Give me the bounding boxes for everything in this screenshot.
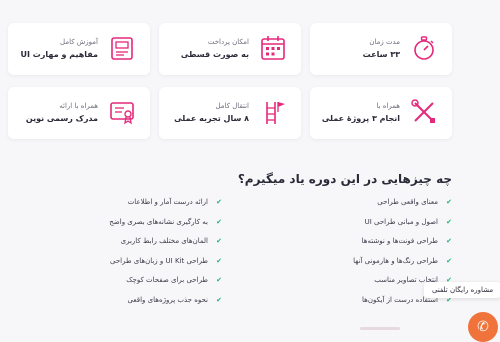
list-item-label: ارائه درست آمار و اطلاعات [127,198,208,206]
list-item: ✔ طراحی برای صفحات کوچک [109,276,222,296]
feature-title: انتقال کامل [215,102,249,110]
list-item-label: طراحی UI Kit و زبان‌های طراحی [110,256,208,265]
list-item-label: طراحی برای صفحات کوچک [126,276,208,285]
list-item-label: طراحی فونت‌ها و نوشته‌ها [361,237,438,246]
feature-title: همراه با ارائه [59,102,98,110]
check-icon: ✔ [216,237,222,246]
feature-value: ۳۳ ساعت [362,50,400,59]
list-item-label: نحوه جذب پروژه‌های واقعی [127,295,208,304]
list-item-label: طراحی رنگ‌ها و هارمونی آنها [353,256,438,265]
check-icon: ✔ [216,256,222,265]
feature-value: مفاهیم و مهارت UI [20,50,99,59]
tools-icon [411,99,435,123]
feature-value: انجام ۳ پروژۀ عملی [321,114,400,123]
next-section-hint [360,327,400,330]
feature-title: آموزش کامل [60,38,98,46]
list-item-label: معنای واقعی طراحی [377,198,438,206]
list-item: ✔ ارائه درست آمار و اطلاعات [109,198,222,218]
flag-ladder-icon [266,102,285,124]
feature-card-certificate: همراه با ارائه مدرک رسمی نوین [8,87,150,139]
certificate-icon [110,102,134,125]
list-item: ✔ اصول و مبانی طراحی UI [353,218,452,238]
list-item: ✔ نحوه جذب پروژه‌های واقعی [109,296,222,316]
feature-card-experience: انتقال کامل ۸ سال تجربه عملی [159,87,301,139]
consultation-tooltip[interactable]: مشاوره رایگان تلفنی [424,282,500,298]
feature-card-payment: امکان پرداخت به صورت قسطی [159,23,301,75]
list-item-label: اصول و مبانی طراحی UI [364,217,438,226]
phone-button[interactable]: ✆ [468,312,498,342]
list-item: ✔ طراحی رنگ‌ها و هارمونی آنها [353,257,452,277]
feature-card-projects: همراه با انجام ۳ پروژۀ عملی [310,87,452,139]
section-heading: چه چیزهایی در این دوره یاد میگیرم؟ [237,172,452,186]
calendar-icon [261,36,285,60]
stopwatch-icon [414,36,434,60]
list-item-label: المان‌های مختلف رابط کاربری [120,237,208,246]
list-item: ✔ معنای واقعی طراحی [353,198,452,218]
check-icon: ✔ [446,217,452,226]
feature-card-duration: مدت زمان ۳۳ ساعت [310,23,452,75]
feature-title: همراه با [376,102,400,110]
check-icon: ✔ [216,276,222,285]
list-item-label: به کارگیری نشانه‌های بصری واضح [109,217,208,226]
feature-title: امکان پرداخت [207,38,249,46]
check-icon: ✔ [216,198,222,206]
check-icon: ✔ [446,256,452,265]
list-item: ✔ طراحی UI Kit و زبان‌های طراحی [109,257,222,277]
list-item: ✔استفاده درست از آیکون‌ها [353,296,452,316]
feature-value: ۸ سال تجربه عملی [174,114,249,123]
list-item: ✔ طراحی فونت‌ها و نوشته‌ها [353,237,452,257]
check-icon: ✔ [446,237,452,246]
feature-value: مدرک رسمی نوین [25,114,98,123]
list-item: ✔ المان‌های مختلف رابط کاربری [109,237,222,257]
design-book-icon [111,37,133,60]
feature-card-training: آموزش کامل مفاهیم و مهارت UI [8,23,150,75]
list-item: ✔ به کارگیری نشانه‌های بصری واضح [109,218,222,238]
feature-value: به صورت قسطی [180,50,249,59]
phone-icon: ✆ [477,319,489,335]
feature-title: مدت زمان [369,38,400,46]
learn-list-left: ✔ ارائه درست آمار و اطلاعات ✔ به کارگیری ن… [109,198,222,316]
check-icon: ✔ [216,295,222,304]
check-icon: ✔ [216,217,222,226]
check-icon: ✔ [446,198,452,206]
